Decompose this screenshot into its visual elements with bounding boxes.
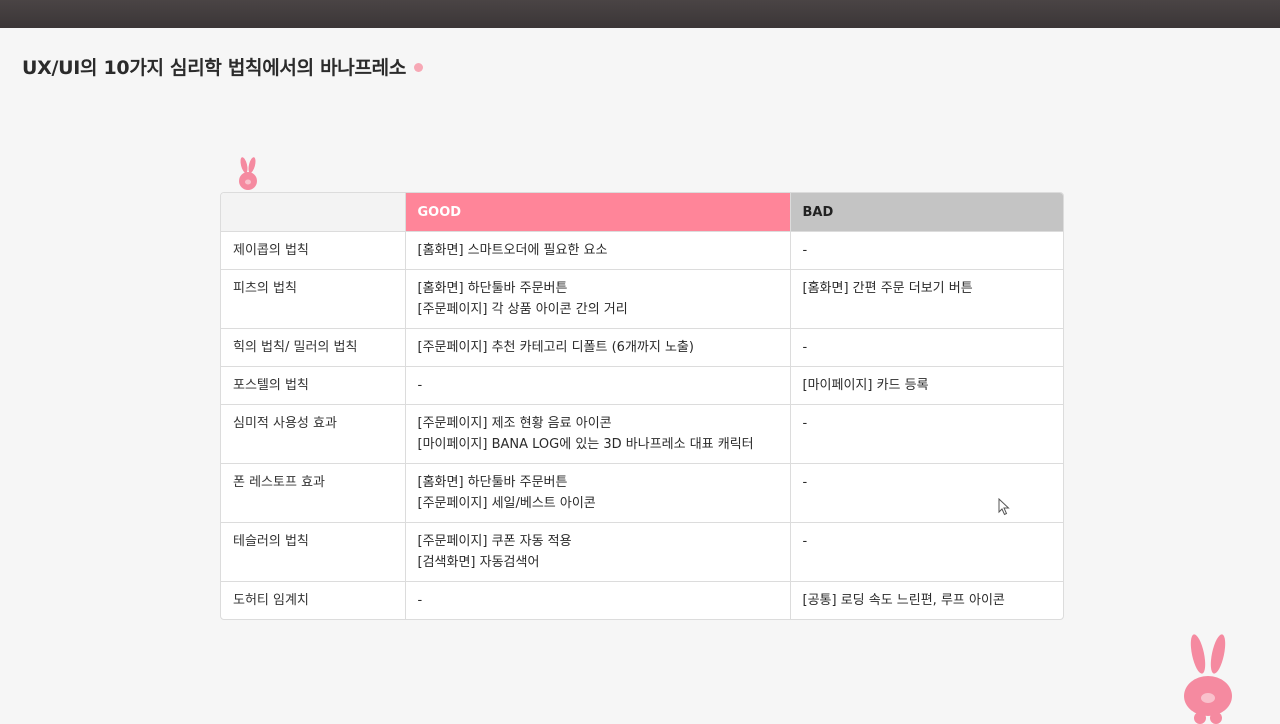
good-example: [주문페이지] 제조 현황 음료 아이콘 xyxy=(417,416,612,431)
table-header-row: GOOD BAD xyxy=(221,193,1063,232)
good-cell: - xyxy=(405,581,791,619)
bad-cell: [공통] 로딩 속도 느린편, 루프 아이콘 xyxy=(790,582,1063,620)
bad-example: - xyxy=(802,534,808,549)
bad-cell: [마이페이지] 카드 등록 xyxy=(790,366,1063,405)
page-title: UX/UI의 10가지 심리학 법칙에서의 바나프레소 xyxy=(22,56,406,79)
good-example: [주문페이지] 추천 카테고리 디폴트 (6개까지 노출) xyxy=(417,340,694,355)
law-name-cell: 폰 레스토프 효과 xyxy=(221,463,406,523)
header-good: GOOD xyxy=(405,193,791,232)
bad-cell: - xyxy=(790,522,1063,582)
bad-example: - xyxy=(802,340,808,355)
law-name-cell: 힉의 법칙/ 밀러의 법칙 xyxy=(221,328,406,367)
good-example: [주문페이지] 쿠폰 자동 적용 xyxy=(417,534,572,549)
bunny-mascot-icon xyxy=(239,157,257,190)
bad-example: - xyxy=(802,475,808,490)
law-name-cell: 도허티 임계치 xyxy=(221,581,406,619)
good-example: [주문페이지] 각 상품 아이콘 간의 거리 xyxy=(417,302,628,317)
good-example: [홈화면] 스마트오더에 필요한 요소 xyxy=(417,243,608,258)
bad-example: [공통] 로딩 속도 느린편, 루프 아이콘 xyxy=(802,593,1005,608)
table-row: 도허티 임계치 - [공통] 로딩 속도 느린편, 루프 아이콘 xyxy=(221,581,1063,620)
bunny-mascot-icon xyxy=(1184,634,1232,724)
good-example: - xyxy=(417,378,423,393)
good-cell: [홈화면] 스마트오더에 필요한 요소 xyxy=(405,231,791,270)
law-name-cell: 제이콥의 법칙 xyxy=(221,231,406,270)
bad-example: - xyxy=(802,243,808,258)
bad-example: [홈화면] 간편 주문 더보기 버튼 xyxy=(802,281,973,296)
bad-cell: - xyxy=(790,231,1063,270)
table-row: 테슬러의 법칙 [주문페이지] 쿠폰 자동 적용 [검색화면] 자동검색어 - xyxy=(221,522,1063,582)
header-bad: BAD xyxy=(790,193,1063,232)
good-example: - xyxy=(417,593,423,608)
table-row: 폰 레스토프 효과 [홈화면] 하단툴바 주문버튼 [주문페이지] 세일/베스트… xyxy=(221,463,1063,523)
good-cell: [주문페이지] 제조 현황 음료 아이콘 [마이페이지] BANA LOG에 있… xyxy=(405,404,791,464)
title-row: UX/UI의 10가지 심리학 법칙에서의 바나프레소 xyxy=(22,52,423,80)
bad-example: [마이페이지] 카드 등록 xyxy=(802,378,929,393)
good-cell: [홈화면] 하단툴바 주문버튼 [주문페이지] 세일/베스트 아이콘 xyxy=(405,463,791,523)
table-row: 제이콥의 법칙 [홈화면] 스마트오더에 필요한 요소 - xyxy=(221,231,1063,270)
table-row: 힉의 법칙/ 밀러의 법칙 [주문페이지] 추천 카테고리 디폴트 (6개까지 … xyxy=(221,328,1063,367)
law-name-cell: 피츠의 법칙 xyxy=(221,269,406,329)
table-row: 포스텔의 법칙 - [마이페이지] 카드 등록 xyxy=(221,366,1063,405)
good-example: [홈화면] 하단툴바 주문버튼 xyxy=(417,475,568,490)
table-row: 피츠의 법칙 [홈화면] 하단툴바 주문버튼 [주문페이지] 각 상품 아이콘 … xyxy=(221,269,1063,329)
good-cell: [홈화면] 하단툴바 주문버튼 [주문페이지] 각 상품 아이콘 간의 거리 xyxy=(405,269,791,329)
bad-cell: - xyxy=(790,328,1063,367)
header-empty-cell xyxy=(221,193,406,232)
good-cell: - xyxy=(405,366,791,405)
good-cell: [주문페이지] 쿠폰 자동 적용 [검색화면] 자동검색어 xyxy=(405,522,791,582)
law-name-cell: 포스텔의 법칙 xyxy=(221,366,406,405)
good-example: [검색화면] 자동검색어 xyxy=(417,555,540,570)
bad-example: - xyxy=(802,416,808,431)
law-comparison-table: GOOD BAD 제이콥의 법칙 [홈화면] 스마트오더에 필요한 요소 - 피… xyxy=(220,192,1064,620)
good-cell: [주문페이지] 추천 카테고리 디폴트 (6개까지 노출) xyxy=(405,328,791,367)
title-dot xyxy=(414,62,423,72)
table-row: 심미적 사용성 효과 [주문페이지] 제조 현황 음료 아이콘 [마이페이지] … xyxy=(221,404,1063,464)
bad-cell: - xyxy=(790,404,1063,464)
window-top-bar xyxy=(0,0,1280,28)
good-example: [홈화면] 하단툴바 주문버튼 xyxy=(417,281,568,296)
good-example: [주문페이지] 세일/베스트 아이콘 xyxy=(417,496,596,511)
bad-cell: [홈화면] 간편 주문 더보기 버튼 xyxy=(790,269,1063,329)
mouse-cursor-icon xyxy=(998,498,1010,516)
good-example: [마이페이지] BANA LOG에 있는 3D 바나프레소 대표 캐릭터 xyxy=(417,437,754,452)
law-name-cell: 심미적 사용성 효과 xyxy=(221,404,406,464)
law-name-cell: 테슬러의 법칙 xyxy=(221,522,406,582)
bad-cell: - xyxy=(790,463,1063,523)
